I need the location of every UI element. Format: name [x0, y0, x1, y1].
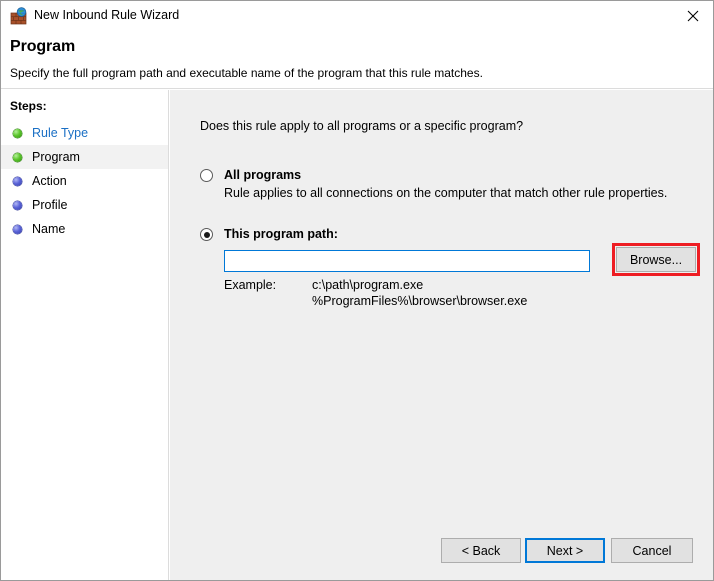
- step-bullet-icon: [13, 176, 22, 186]
- wizard-window: New Inbound Rule Wizard Program Specify …: [0, 0, 714, 581]
- page-header: Program Specify the full program path an…: [1, 31, 713, 89]
- radio-all-programs[interactable]: [200, 169, 213, 182]
- sidebar-item-label: Name: [32, 222, 66, 236]
- step-bullet-icon: [13, 128, 22, 138]
- steps-heading: Steps:: [10, 99, 47, 113]
- title-bar: New Inbound Rule Wizard: [1, 1, 713, 31]
- program-path-input[interactable]: [224, 250, 590, 272]
- radio-this-program-path[interactable]: [200, 228, 213, 241]
- example-path-1: c:\path\program.exe: [312, 278, 424, 292]
- step-bullet-icon: [13, 224, 22, 234]
- example-label: Example:: [224, 278, 277, 292]
- page-title: Program: [10, 38, 76, 55]
- window-title: New Inbound Rule Wizard: [34, 8, 180, 22]
- close-icon[interactable]: [671, 1, 713, 30]
- back-button[interactable]: < Back: [441, 538, 521, 563]
- example-path-2: %ProgramFiles%\browser\browser.exe: [312, 294, 528, 308]
- sidebar-item-profile[interactable]: Profile: [1, 193, 168, 217]
- step-bullet-icon: [13, 152, 22, 162]
- steps-sidebar: Steps: Rule Type Program Action Profile …: [1, 90, 169, 580]
- sidebar-item-label: Action: [32, 174, 67, 188]
- question-text: Does this rule apply to all programs or …: [200, 119, 524, 133]
- program-path-row: Browse...: [224, 243, 700, 276]
- option-all-programs-description: Rule applies to all connections on the c…: [224, 186, 668, 200]
- option-all-programs[interactable]: All programs Rule applies to all connect…: [200, 168, 667, 200]
- firewall-icon: [10, 7, 28, 25]
- option-all-programs-label: All programs: [224, 168, 302, 182]
- sidebar-item-name[interactable]: Name: [1, 217, 168, 241]
- page-subtitle: Specify the full program path and execut…: [10, 66, 483, 80]
- cancel-button[interactable]: Cancel: [611, 538, 693, 563]
- sidebar-item-label: Profile: [32, 198, 68, 212]
- step-bullet-icon: [13, 200, 22, 210]
- option-this-program-path-label: This program path:: [224, 227, 338, 241]
- sidebar-item-label: Program: [32, 150, 80, 164]
- sidebar-item-program[interactable]: Program: [1, 145, 168, 169]
- sidebar-item-rule-type[interactable]: Rule Type: [1, 121, 168, 145]
- next-button[interactable]: Next >: [525, 538, 605, 563]
- browse-button[interactable]: Browse...: [616, 247, 696, 272]
- main-content: Does this rule apply to all programs or …: [170, 90, 713, 580]
- sidebar-item-action[interactable]: Action: [1, 169, 168, 193]
- option-this-program-path[interactable]: This program path:: [200, 227, 338, 241]
- sidebar-item-label: Rule Type: [32, 126, 89, 140]
